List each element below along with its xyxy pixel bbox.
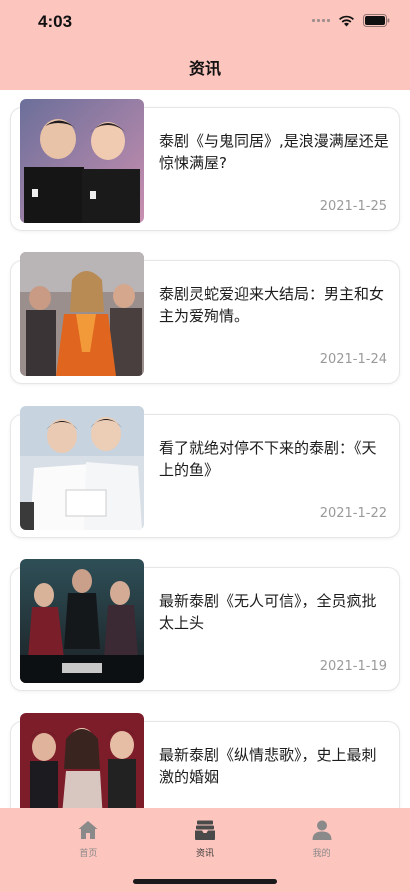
article-thumbnail (20, 713, 144, 808)
article-card[interactable]: 最新泰剧《无人可信》，全员疯批太上头 2021-1-19 (10, 559, 400, 691)
home-indicator[interactable] (133, 879, 277, 884)
article-date: 2021-1-24 (319, 352, 387, 367)
profile-icon (312, 820, 332, 840)
article-card[interactable]: 最新泰剧《纵情悲歌》，史上最刺激的婚姻 (10, 713, 400, 808)
article-card[interactable]: 泰剧灵蛇爱迎来大结局：男主和女主为爱殉情。 2021-1-24 (10, 252, 400, 384)
article-thumbnail (20, 252, 144, 376)
article-thumbnail (20, 99, 144, 223)
tab-home[interactable]: 首页 (48, 808, 128, 892)
tab-bar: 首页 资讯 我的 (0, 808, 410, 892)
article-list[interactable]: 泰剧《与鬼同居》,是浪漫满屋还是惊悚满屋? 2021-1-25 泰剧灵蛇爱迎来大… (0, 90, 410, 808)
article-card[interactable]: 看了就绝对停不下来的泰剧：《天上的鱼》 2021-1-22 (10, 406, 400, 538)
article-card[interactable]: 泰剧《与鬼同居》,是浪漫满屋还是惊悚满屋? 2021-1-25 (10, 99, 400, 231)
article-title: 看了就绝对停不下来的泰剧：《天上的鱼》 (159, 439, 377, 479)
tab-profile[interactable]: 我的 (282, 808, 362, 892)
news-icon (194, 820, 215, 840)
tab-home-label: 首页 (79, 849, 98, 859)
article-date: 2021-1-22 (319, 506, 387, 521)
article-title: 最新泰剧《无人可信》，全员疯批太上头 (159, 592, 377, 632)
signal-icon (312, 19, 330, 22)
status-icons (312, 14, 390, 27)
status-time: 4:03 (38, 12, 73, 31)
nav-bar: 资讯 (0, 44, 410, 90)
article-date: 2021-1-25 (319, 199, 387, 214)
page-title: 资讯 (188, 59, 221, 78)
article-title: 最新泰剧《纵情悲歌》，史上最刺激的婚姻 (159, 746, 377, 786)
article-thumbnail (20, 406, 144, 530)
tab-profile-label: 我的 (312, 849, 331, 859)
tab-news-label: 资讯 (195, 849, 214, 859)
article-title: 泰剧《与鬼同居》,是浪漫满屋还是惊悚满屋? (159, 132, 389, 172)
status-bar: 4:03 (0, 0, 410, 44)
battery-icon (363, 14, 390, 27)
wifi-icon (339, 15, 354, 26)
article-title: 泰剧灵蛇爱迎来大结局：男主和女主为爱殉情。 (159, 285, 385, 325)
home-icon (78, 821, 98, 839)
article-thumbnail (20, 559, 144, 683)
article-date: 2021-1-19 (319, 659, 387, 674)
